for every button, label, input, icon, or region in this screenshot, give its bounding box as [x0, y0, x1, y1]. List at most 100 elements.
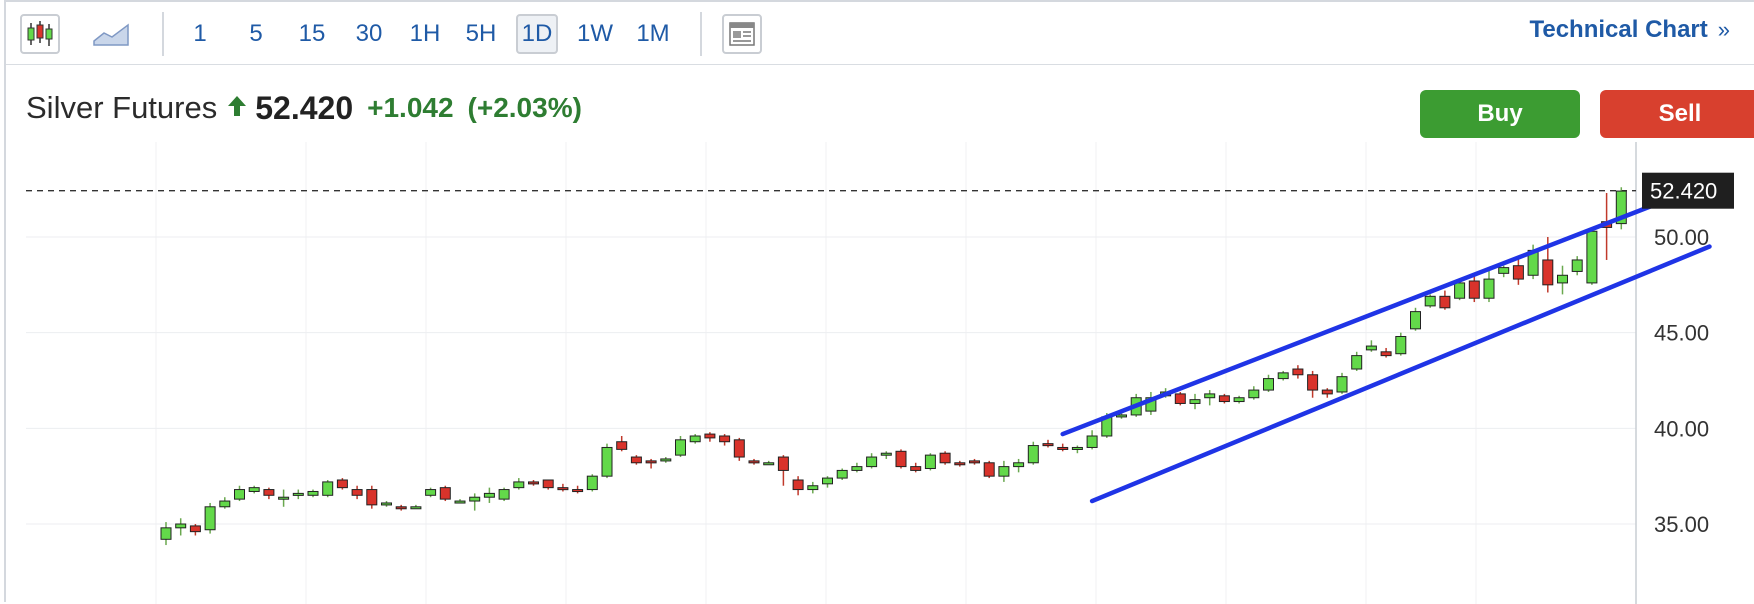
candle: [234, 485, 245, 502]
candle: [836, 468, 848, 480]
candle: [1292, 365, 1304, 379]
interval-5m[interactable]: 5: [238, 14, 274, 54]
candle-body: [1027, 445, 1039, 464]
candle: [763, 460, 775, 466]
price-change: +1.042: [367, 92, 454, 123]
candle: [675, 435, 686, 458]
candle: [1586, 229, 1598, 285]
candle: [1424, 294, 1436, 308]
last-price: 52.420: [255, 89, 354, 126]
candle-body: [733, 439, 745, 458]
candle: [219, 497, 231, 509]
candle-body: [630, 456, 642, 464]
candle: [189, 524, 201, 536]
candle: [322, 479, 334, 498]
candle: [895, 449, 907, 469]
candle-body: [1410, 311, 1421, 330]
area-chart-icon[interactable]: [88, 14, 134, 54]
candle: [719, 434, 731, 446]
candle: [851, 462, 863, 473]
price-axis-tick-label: 45.00: [1654, 321, 1709, 346]
candle: [1483, 269, 1495, 303]
candle: [1204, 390, 1216, 406]
candle: [866, 453, 878, 469]
candlestick-chart-icon[interactable]: [20, 14, 60, 54]
price-axis-tick-label: 40.00: [1654, 416, 1709, 441]
candle-body: [395, 506, 407, 510]
candle: [366, 485, 378, 509]
candle: [1321, 388, 1333, 398]
candle-body: [1042, 443, 1054, 447]
buy-button[interactable]: Buy: [1420, 90, 1580, 138]
candle-body: [763, 462, 775, 466]
candle-body: [160, 527, 172, 540]
candle: [660, 457, 672, 463]
candle: [586, 474, 598, 492]
candle-body: [1277, 372, 1289, 380]
interval-1mo[interactable]: 1M: [630, 14, 676, 54]
candle-body: [336, 479, 348, 489]
chevron-right-double-icon: »: [1717, 17, 1730, 42]
candle: [1248, 386, 1260, 400]
candle-body: [572, 489, 584, 493]
chart-widget: 1 5 15 30 1H 5H 1D 1W 1M Technical Chart…: [4, 0, 1754, 604]
candle: [1277, 370, 1289, 381]
candle: [924, 453, 936, 471]
candle: [954, 460, 966, 467]
candle: [395, 504, 407, 511]
candle-body: [1218, 395, 1230, 403]
candle-body: [851, 466, 863, 471]
candle: [175, 518, 187, 536]
candle: [748, 458, 760, 465]
technical-chart-link[interactable]: Technical Chart »: [1529, 16, 1730, 44]
interval-15m[interactable]: 15: [292, 14, 332, 54]
interval-1d[interactable]: 1D: [516, 14, 558, 54]
candle-body: [1174, 393, 1186, 404]
candle-body: [513, 481, 525, 489]
candle-body: [645, 460, 657, 464]
interval-30m[interactable]: 30: [348, 14, 390, 54]
candle-body: [1380, 351, 1392, 357]
candle: [336, 478, 348, 490]
candle-body: [1248, 389, 1260, 399]
candle: [1027, 441, 1039, 465]
candle-body: [1057, 446, 1069, 450]
interval-1w[interactable]: 1W: [572, 14, 618, 54]
instrument-name: Silver Futures: [26, 90, 218, 125]
candle: [1498, 265, 1510, 278]
candle: [998, 460, 1010, 482]
candle-body: [469, 496, 481, 502]
candle: [513, 478, 525, 490]
candle-body: [1263, 378, 1274, 391]
grid-lines: [26, 142, 1636, 604]
candle: [160, 522, 172, 546]
candle: [880, 451, 892, 459]
candle: [733, 437, 745, 461]
candle-body: [439, 487, 451, 500]
candle-body: [1086, 435, 1098, 448]
price-change-percent: (+2.03%): [467, 92, 582, 123]
candle: [822, 476, 833, 488]
candle-body: [219, 500, 231, 508]
candle-body: [866, 456, 878, 468]
candle-body: [880, 452, 892, 456]
candle: [1071, 445, 1083, 454]
candle: [1439, 290, 1451, 310]
candle-body: [998, 466, 1010, 477]
candle-body: [822, 477, 833, 485]
last-price-tag-label: 52.420: [1650, 179, 1717, 204]
interval-5h[interactable]: 5H: [460, 14, 502, 54]
price-chart[interactable]: 35.00 40.00 45.00 50.00 52.420: [6, 142, 1754, 604]
candle-body: [322, 481, 334, 496]
candle-body: [1351, 355, 1363, 370]
candle: [307, 489, 319, 498]
candle: [939, 451, 951, 465]
sell-button[interactable]: Sell: [1600, 90, 1754, 138]
interval-1m[interactable]: 1: [182, 14, 218, 54]
news-panel-icon[interactable]: [722, 14, 762, 54]
interval-1h[interactable]: 1H: [404, 14, 446, 54]
candle-body: [498, 489, 510, 500]
candle: [1013, 458, 1025, 473]
candle-body: [381, 502, 392, 506]
candle: [351, 485, 363, 500]
